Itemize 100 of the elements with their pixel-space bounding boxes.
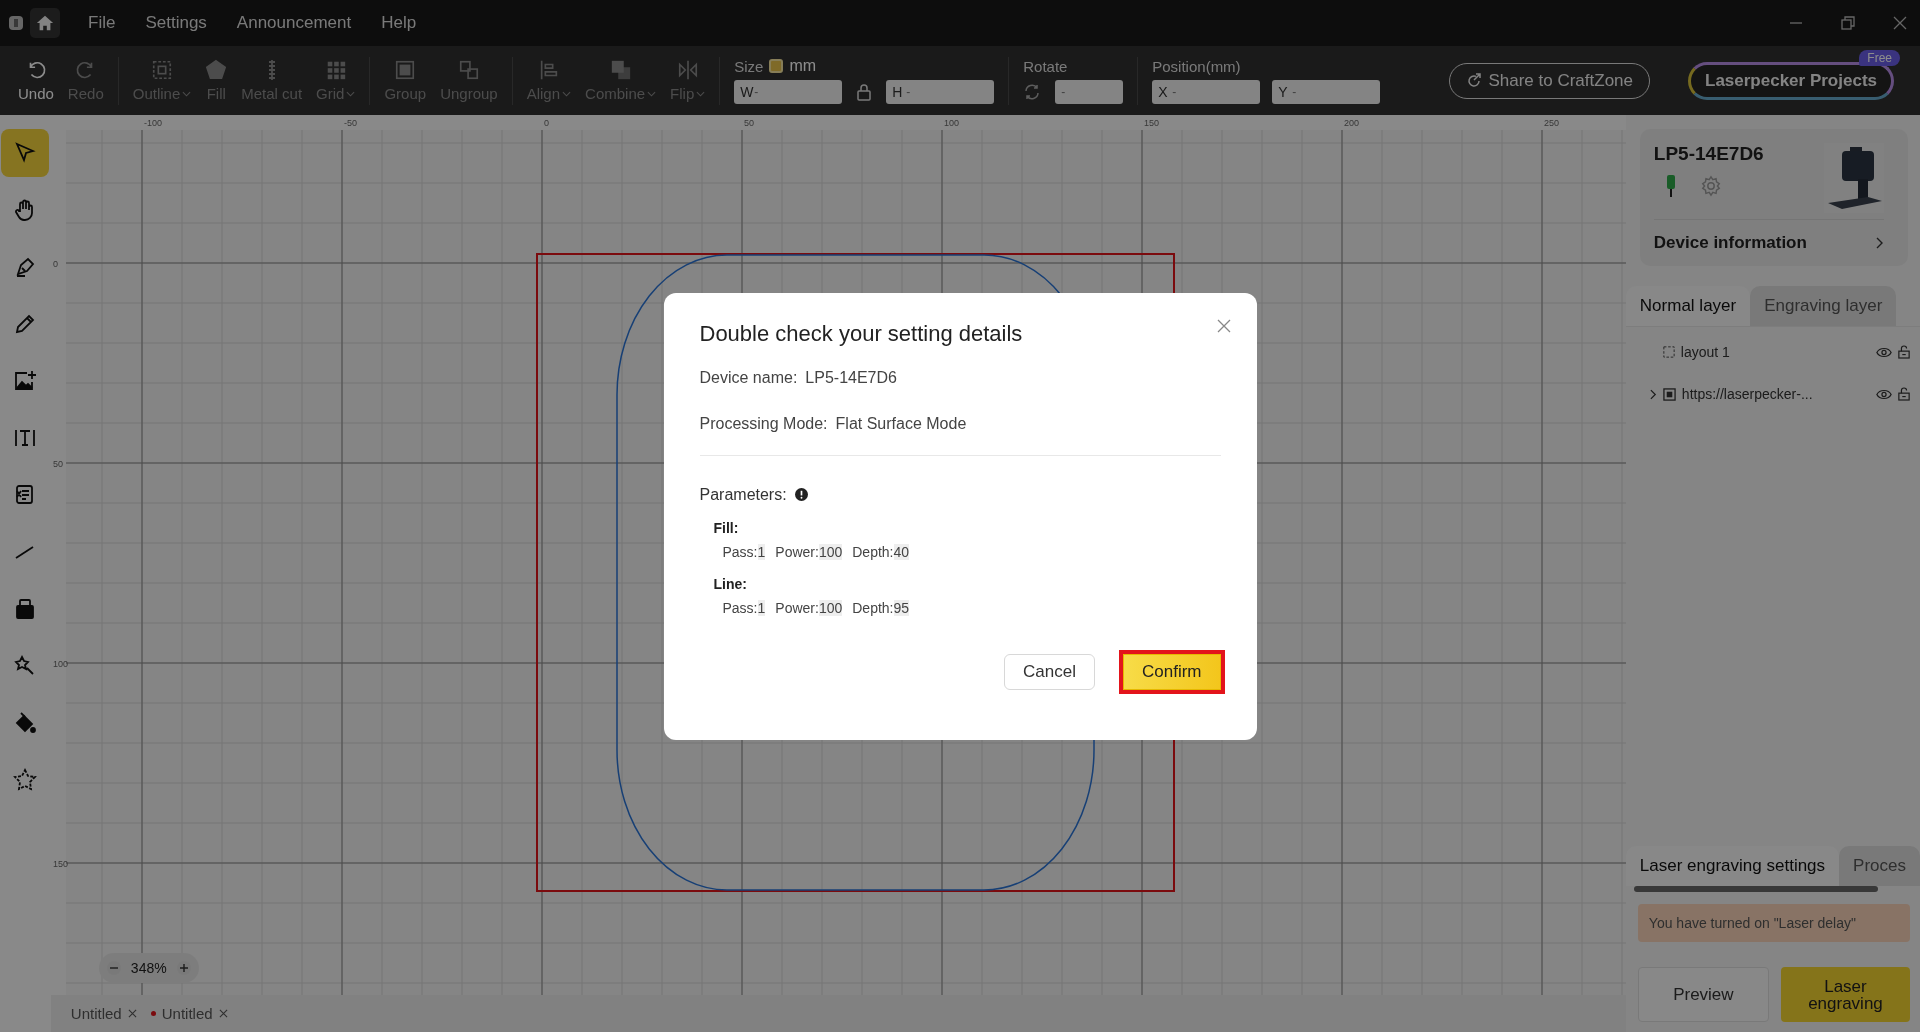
ruler-label: 0 [543, 118, 549, 128]
bucket-icon [13, 711, 38, 735]
ungroup-icon [457, 59, 480, 81]
caret-icon [346, 90, 356, 97]
chevron-right-icon[interactable] [1649, 388, 1657, 400]
app-logo-icon [8, 15, 24, 31]
outline-icon [151, 59, 173, 81]
parameter-label: Power: [775, 599, 819, 616]
close-icon[interactable] [1892, 15, 1908, 31]
field-value: LP5-14E7D6 [805, 368, 897, 387]
parameter-label: Depth: [852, 599, 894, 616]
close-icon[interactable] [1216, 318, 1231, 333]
flip-icon [676, 59, 699, 81]
ruler-label: -50 [343, 118, 357, 128]
home-icon [36, 13, 54, 33]
layer-row[interactable]: layout 1 [1649, 337, 1910, 367]
close-icon[interactable] [127, 1009, 137, 1018]
size-label: Size [734, 57, 764, 75]
preview-button[interactable]: Preview [1637, 967, 1769, 1022]
fill-icon [205, 59, 228, 81]
field-value: Flat Surface Mode [835, 414, 967, 433]
field-label: Processing Mode: [699, 414, 828, 433]
parameter-value: 100 [818, 543, 843, 560]
parameter-group-name: Line: [713, 575, 748, 592]
parameter-value: 95 [893, 599, 910, 616]
menu-item[interactable]: Announcement [224, 13, 364, 33]
ruler-label: 200 [1343, 118, 1359, 128]
device-name: LP5-14E7D6 [1653, 143, 1764, 165]
parameter-value: 1 [757, 599, 766, 616]
home-button[interactable] [30, 8, 60, 38]
chevron-right-icon [1876, 237, 1884, 249]
parameter-label: Depth: [852, 543, 894, 560]
projects-button[interactable]: Laserpecker Projects [1688, 61, 1894, 100]
ruler-label: 100 [52, 659, 68, 669]
scrollbar-thumb[interactable] [1633, 886, 1878, 892]
share-button[interactable]: Share to CraftZone [1449, 62, 1650, 99]
lock-icon[interactable] [856, 83, 873, 101]
ruler-label: 50 [52, 459, 63, 469]
unlock-icon[interactable] [1898, 345, 1910, 359]
document-title: Untitled [161, 1005, 213, 1022]
menu-item[interactable]: File [76, 13, 128, 33]
combine-icon [609, 59, 632, 81]
document-tab[interactable]: Untitled [70, 1005, 137, 1022]
settings-tab[interactable]: Proces [1839, 846, 1920, 886]
ruler-label: 250 [1543, 118, 1559, 128]
ruler-label: 100 [943, 118, 959, 128]
ruler-label: 0 [52, 259, 58, 269]
document-title: Untitled [70, 1005, 122, 1022]
image-icon [13, 369, 38, 393]
share-icon [1466, 72, 1483, 89]
menu-item[interactable]: Help [369, 13, 429, 33]
info-icon[interactable] [794, 488, 808, 501]
select-tool-button[interactable] [1, 129, 50, 177]
layer-name: layout 1 [1680, 344, 1731, 360]
star-icon [13, 768, 38, 792]
parameters-label: Parameters: [699, 485, 787, 504]
device-info-row[interactable]: Device information [1653, 220, 1884, 266]
notice-message: You have turned on "Laser delay" [1637, 904, 1910, 942]
field-prefix: W [740, 84, 754, 100]
ruler-label: 150 [52, 859, 68, 869]
parameter-value: 100 [818, 599, 843, 616]
unlock-icon[interactable] [1898, 387, 1910, 401]
rotate-icon [1023, 82, 1042, 101]
parameter-label: Pass: [722, 599, 758, 616]
image-layer-icon [1662, 387, 1676, 401]
position-label: Position(mm) [1152, 57, 1242, 75]
dashed-square-icon [1662, 346, 1675, 358]
restore-icon[interactable] [1840, 15, 1856, 31]
caret-icon [562, 90, 572, 97]
layer-row[interactable]: https://laserpecker-... [1649, 379, 1910, 409]
caret-icon [647, 90, 657, 97]
document-tab[interactable]: Untitled [150, 1005, 228, 1022]
field-label: Device name: [699, 368, 798, 387]
parameter-label: Pass: [722, 543, 758, 560]
spring-icon [267, 59, 276, 81]
menu-item[interactable]: Settings [133, 13, 219, 33]
rotate-field[interactable]: - [1055, 79, 1124, 104]
close-icon[interactable] [218, 1009, 228, 1018]
unit-radio[interactable] [769, 59, 784, 73]
rotate-label: Rotate [1023, 57, 1069, 75]
zoom-level: 348% [130, 960, 167, 976]
cancel-button[interactable]: Cancel [1004, 653, 1095, 690]
field-prefix: H [892, 84, 903, 100]
parameter-label: Power: [775, 543, 819, 560]
caret-icon [696, 90, 706, 97]
ruler-label: -100 [143, 118, 162, 128]
layer-tab[interactable]: Engraving layer [1750, 286, 1897, 326]
caret-icon [182, 90, 192, 97]
parameter-value: 1 [757, 543, 766, 560]
field-prefix: Y [1278, 83, 1288, 100]
device-info-label: Device information [1653, 233, 1807, 253]
laser-engraving-button[interactable]: Laser engraving [1780, 967, 1910, 1022]
toolbar-button[interactable]: Undo [12, 59, 60, 102]
unit-label: mm [789, 57, 817, 75]
ruler-label: 150 [1143, 118, 1159, 128]
eye-icon[interactable] [1876, 388, 1892, 400]
layer-name: https://laserpecker-... [1681, 386, 1814, 402]
ruler-label: 50 [743, 118, 754, 128]
eye-icon[interactable] [1876, 346, 1892, 358]
dialog-title: Double check your setting details [699, 320, 1024, 347]
